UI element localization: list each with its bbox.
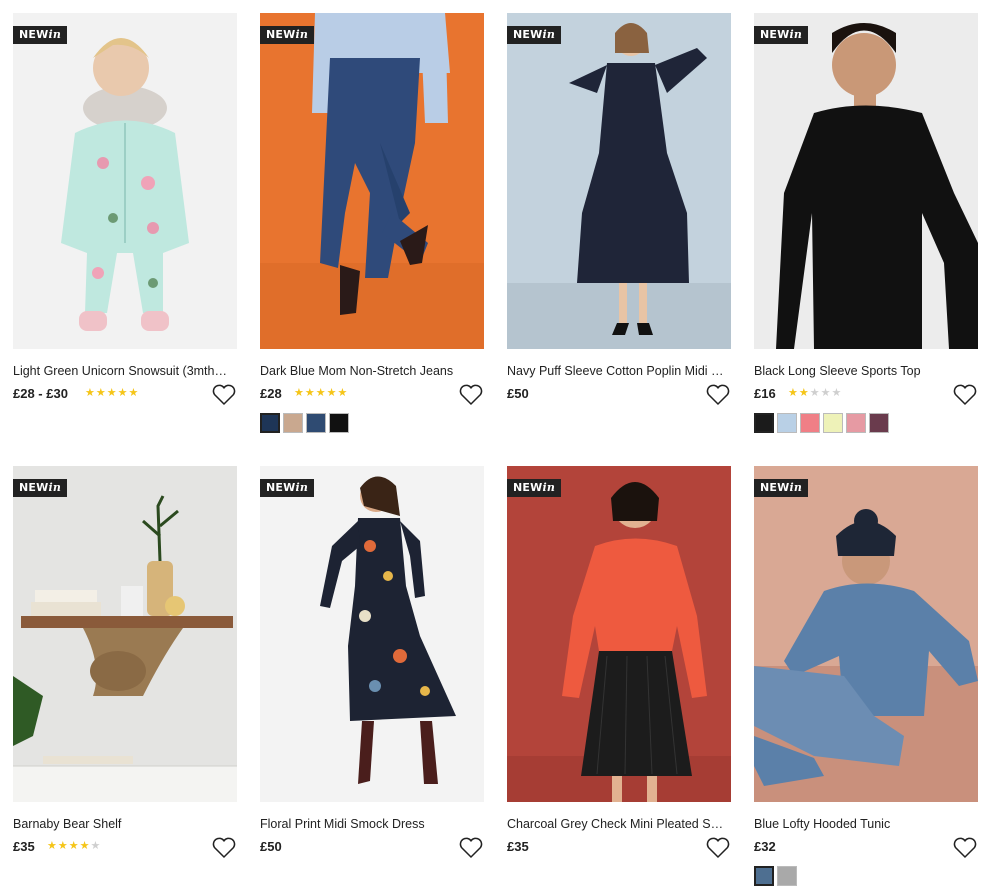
product-card[interactable]: NEWin Barnaby Bear Shelf £35 ★★★★★ [13,466,237,860]
product-price: £35 [13,839,35,854]
product-image[interactable]: NEWin [507,466,731,802]
color-swatch[interactable] [777,413,797,433]
product-title[interactable]: Barnaby Bear Shelf [13,816,231,832]
star-filled-icon: ★ [95,387,107,399]
product-image[interactable]: NEWin [260,13,484,349]
color-swatch[interactable] [260,413,280,433]
heart-icon[interactable] [705,836,731,860]
color-swatches [754,866,978,888]
star-filled-icon: ★ [315,387,327,399]
product-card[interactable]: NEWin Navy Puff Sleeve Cotton Poplin Mid… [507,13,731,407]
color-swatch[interactable] [283,413,303,433]
star-filled-icon: ★ [337,387,349,399]
product-card[interactable]: NEWin Black Long Sleeve Sports Top £16 ★… [754,13,978,435]
color-swatch[interactable] [754,866,774,886]
star-filled-icon: ★ [798,387,810,399]
star-empty-icon: ★ [820,387,832,399]
color-swatch[interactable] [306,413,326,433]
rating-stars: ★★★★★ [47,839,101,852]
star-empty-icon: ★ [90,840,102,852]
product-price: £16 [754,386,776,401]
star-empty-icon: ★ [831,387,843,399]
heart-icon[interactable] [211,383,237,407]
new-in-badge: NEWin [13,479,68,497]
color-swatch[interactable] [846,413,866,433]
heart-icon[interactable] [952,383,978,407]
product-price: £35 [507,839,529,854]
product-title[interactable]: Light Green Unicorn Snowsuit (3mths-... [13,363,231,379]
color-swatch[interactable] [823,413,843,433]
product-title[interactable]: Blue Lofty Hooded Tunic [754,816,972,832]
product-image[interactable]: NEWin [754,13,978,349]
star-empty-icon: ★ [809,387,821,399]
heart-icon[interactable] [211,836,237,860]
new-in-badge: NEWin [260,26,315,44]
color-swatch[interactable] [754,413,774,433]
rating-stars: ★★★★★ [85,386,139,399]
product-price: £28 [260,386,282,401]
color-swatch[interactable] [800,413,820,433]
star-filled-icon: ★ [128,387,140,399]
product-price: £50 [507,386,529,401]
star-filled-icon: ★ [326,387,338,399]
star-filled-icon: ★ [79,840,91,852]
star-filled-icon: ★ [117,387,129,399]
color-swatch[interactable] [869,413,889,433]
new-in-badge: NEWin [754,479,809,497]
color-swatches [754,413,978,435]
product-card[interactable]: NEWin Floral Print Midi Smock Dress £50 [260,466,484,860]
new-in-badge: NEWin [754,26,809,44]
new-in-badge: NEWin [507,479,562,497]
product-title[interactable]: Navy Puff Sleeve Cotton Poplin Midi D... [507,363,725,379]
star-filled-icon: ★ [106,387,118,399]
heart-icon[interactable] [458,836,484,860]
product-price: £28 - £30 [13,386,68,401]
new-in-badge: NEWin [13,26,68,44]
product-image[interactable]: NEWin [507,13,731,349]
color-swatch[interactable] [777,866,797,886]
color-swatch[interactable] [329,413,349,433]
star-filled-icon: ★ [788,387,799,399]
product-image[interactable]: NEWin [13,13,237,349]
rating-stars: ★★★★★ [788,386,842,399]
product-card[interactable]: NEWin Charcoal Grey Check Mini Pleated S… [507,466,731,860]
heart-icon[interactable] [458,383,484,407]
product-title[interactable]: Black Long Sleeve Sports Top [754,363,972,379]
product-title[interactable]: Charcoal Grey Check Mini Pleated Skirt [507,816,725,832]
rating-stars: ★★★★★ [294,386,348,399]
heart-icon[interactable] [952,836,978,860]
color-swatches [13,413,237,435]
new-in-badge: NEWin [260,479,315,497]
star-filled-icon: ★ [85,387,96,399]
color-swatches [260,413,484,435]
star-filled-icon: ★ [304,387,316,399]
product-title[interactable]: Floral Print Midi Smock Dress [260,816,478,832]
product-title[interactable]: Dark Blue Mom Non-Stretch Jeans [260,363,478,379]
star-filled-icon: ★ [68,840,80,852]
product-price: £32 [754,839,776,854]
new-in-badge: NEWin [507,26,562,44]
product-price: £50 [260,839,282,854]
product-image[interactable]: NEWin [260,466,484,802]
star-filled-icon: ★ [47,840,58,852]
product-image[interactable]: NEWin [13,466,237,802]
product-card[interactable]: NEWin Blue Lofty Hooded Tunic £32 [754,466,978,888]
star-filled-icon: ★ [294,387,305,399]
product-image[interactable]: NEWin [754,466,978,802]
product-card[interactable]: NEWin Dark Blue Mom Non-Stretch Jeans £2… [260,13,484,435]
product-card[interactable]: NEWin Light Green Unicorn Snowsuit (3mth… [13,13,237,435]
star-filled-icon: ★ [57,840,69,852]
heart-icon[interactable] [705,383,731,407]
